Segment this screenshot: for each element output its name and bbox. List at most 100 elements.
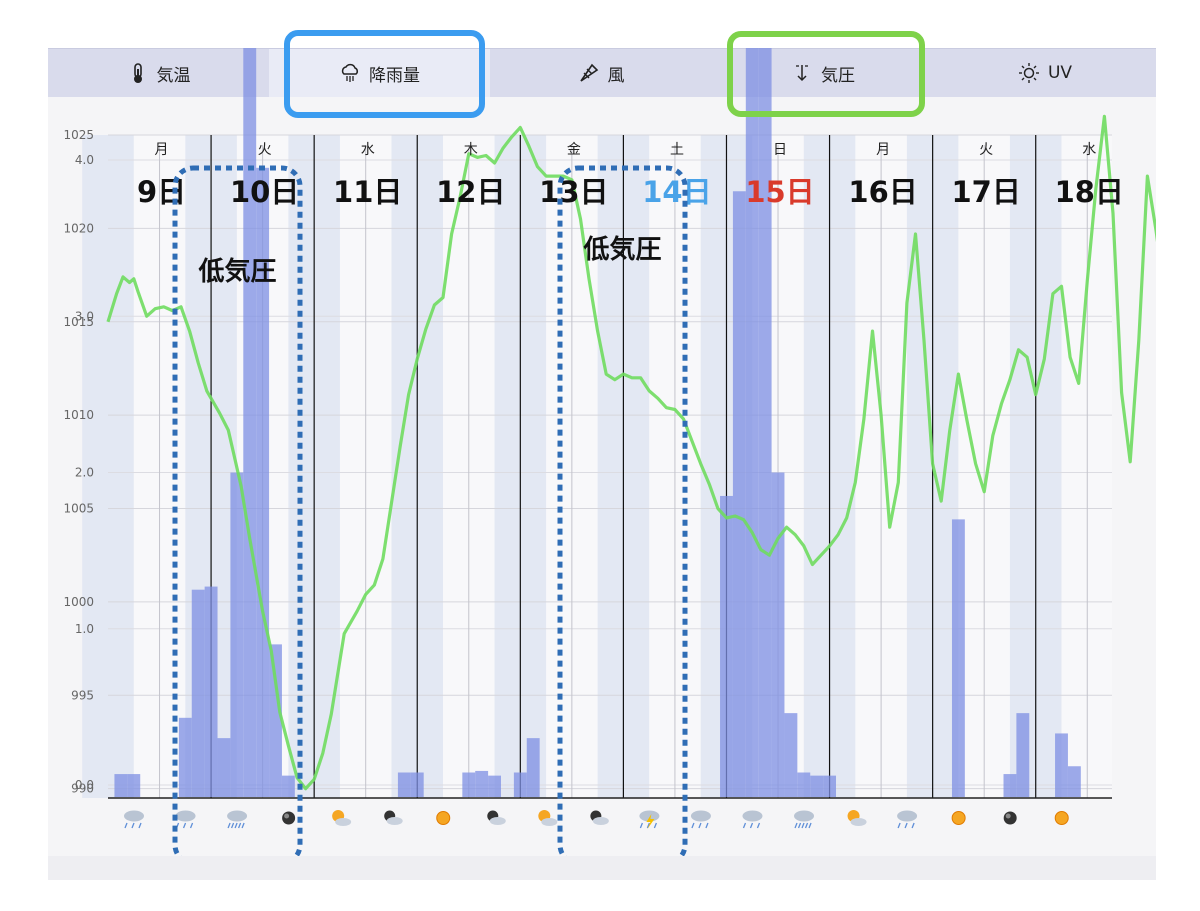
rain-bar [758, 48, 772, 797]
weekday-label: 火 [979, 142, 993, 158]
rain-bar [810, 775, 824, 797]
rain-tick-label: 2.0 [75, 466, 94, 480]
rain-bar [114, 774, 128, 797]
date-label: 11日 [333, 175, 402, 209]
pressure-tick-label: 1010 [63, 408, 94, 422]
moon-cloud-icon [384, 810, 403, 825]
weekday-label: 月 [155, 142, 169, 158]
weekday-label: 火 [258, 142, 272, 158]
rain-bar [513, 772, 527, 797]
rain-drop [131, 822, 135, 829]
rain-bar [243, 48, 257, 797]
sun-cloud-icon [538, 810, 558, 826]
rain-drop [653, 822, 658, 829]
cloud-heavy-rain-icon [794, 810, 815, 829]
rain-bar [397, 772, 411, 797]
thunder-rain-icon [639, 810, 660, 829]
sun-icon [951, 811, 966, 825]
moon-shine [284, 813, 290, 819]
sun-disc [1054, 811, 1069, 825]
moon-icon [282, 811, 296, 825]
rain-drop [797, 822, 802, 829]
rain-drop [801, 822, 805, 829]
rain-drop [189, 822, 194, 829]
rain-drop [794, 822, 798, 829]
rain-bar [526, 738, 540, 797]
rain-bar [1067, 766, 1081, 797]
rain-drop [230, 822, 235, 829]
rain-bar [462, 772, 476, 797]
pressure-tick-label: 1005 [63, 502, 94, 516]
rain-drop [742, 822, 747, 829]
sun-disc [436, 811, 451, 825]
cloud-rain-icon [175, 810, 196, 829]
rain-bar [178, 717, 192, 797]
date-label: 15日 [745, 175, 814, 209]
rain-bar [823, 775, 837, 797]
rain-drop [237, 822, 242, 829]
moon-disc [282, 811, 296, 825]
rain-drop [904, 822, 908, 829]
weekday-label: 水 [361, 142, 375, 158]
rain-drop [804, 822, 809, 829]
cloud-rain-icon [742, 810, 763, 829]
date-label: 18日 [1055, 175, 1124, 209]
rain-bar [217, 738, 231, 797]
rain-bar [1055, 733, 1068, 797]
cloud-shape [227, 810, 248, 822]
rain-bar [127, 774, 141, 797]
weekday-label: 水 [1082, 142, 1096, 158]
cloud-shape [897, 810, 918, 822]
rain-bar [488, 775, 501, 797]
rain-bar [230, 472, 244, 797]
rain-bar [732, 191, 746, 797]
rain-bar [720, 495, 733, 797]
sun-cloud-icon [847, 810, 867, 826]
cloud-shape [541, 818, 558, 826]
rain-bar [204, 586, 218, 797]
rain-drop [691, 822, 695, 829]
rain-drop [227, 822, 231, 829]
bottom-bar [48, 856, 1156, 880]
cloud-shape [124, 810, 144, 822]
rain-drop [138, 822, 142, 829]
rain-bar [269, 644, 282, 797]
rain-tick-label: 0.0 [75, 778, 94, 792]
low-pressure-label: 低気圧 [582, 234, 661, 265]
low-pressure-label: 低気圧 [197, 256, 276, 287]
weekday-label: 木 [464, 142, 478, 158]
cloud-shape [690, 810, 711, 822]
rain-bar [1016, 713, 1030, 797]
cloud-shape [386, 817, 403, 825]
weekday-label: 金 [567, 142, 581, 158]
rain-drop [124, 822, 128, 829]
cloud-shape [794, 810, 815, 822]
cloud-rain-icon [897, 810, 918, 829]
weekday-label: 土 [670, 142, 684, 158]
date-label: 10日 [230, 175, 299, 209]
sun-icon [1054, 811, 1069, 825]
cloud-rain-icon [124, 810, 144, 829]
pressure-rain-chart: 9909951000100510101015102010250.01.02.03… [63, 48, 1156, 866]
rain-drop [698, 822, 702, 829]
rain-drop [639, 822, 644, 829]
rain-bar [797, 772, 811, 797]
date-label: 14日 [642, 175, 711, 209]
rain-bar [191, 589, 205, 797]
rain-drop [756, 822, 761, 829]
moon-cloud-icon [590, 810, 609, 825]
rain-bar [410, 772, 424, 797]
cloud-shape [175, 810, 196, 822]
rain-drop [182, 822, 187, 829]
rain-drop [911, 822, 915, 829]
weekday-label: 日 [773, 142, 787, 158]
cloud-shape [742, 810, 763, 822]
cloud-rain-icon [690, 810, 711, 829]
cloud-heavy-rain-icon [227, 810, 248, 829]
date-label: 17日 [952, 175, 1021, 209]
moon-shine [1005, 813, 1011, 819]
moon-disc [1003, 811, 1017, 825]
rain-tick-label: 4.0 [75, 153, 94, 167]
date-label: 13日 [539, 175, 608, 209]
rain-bar [745, 48, 759, 797]
